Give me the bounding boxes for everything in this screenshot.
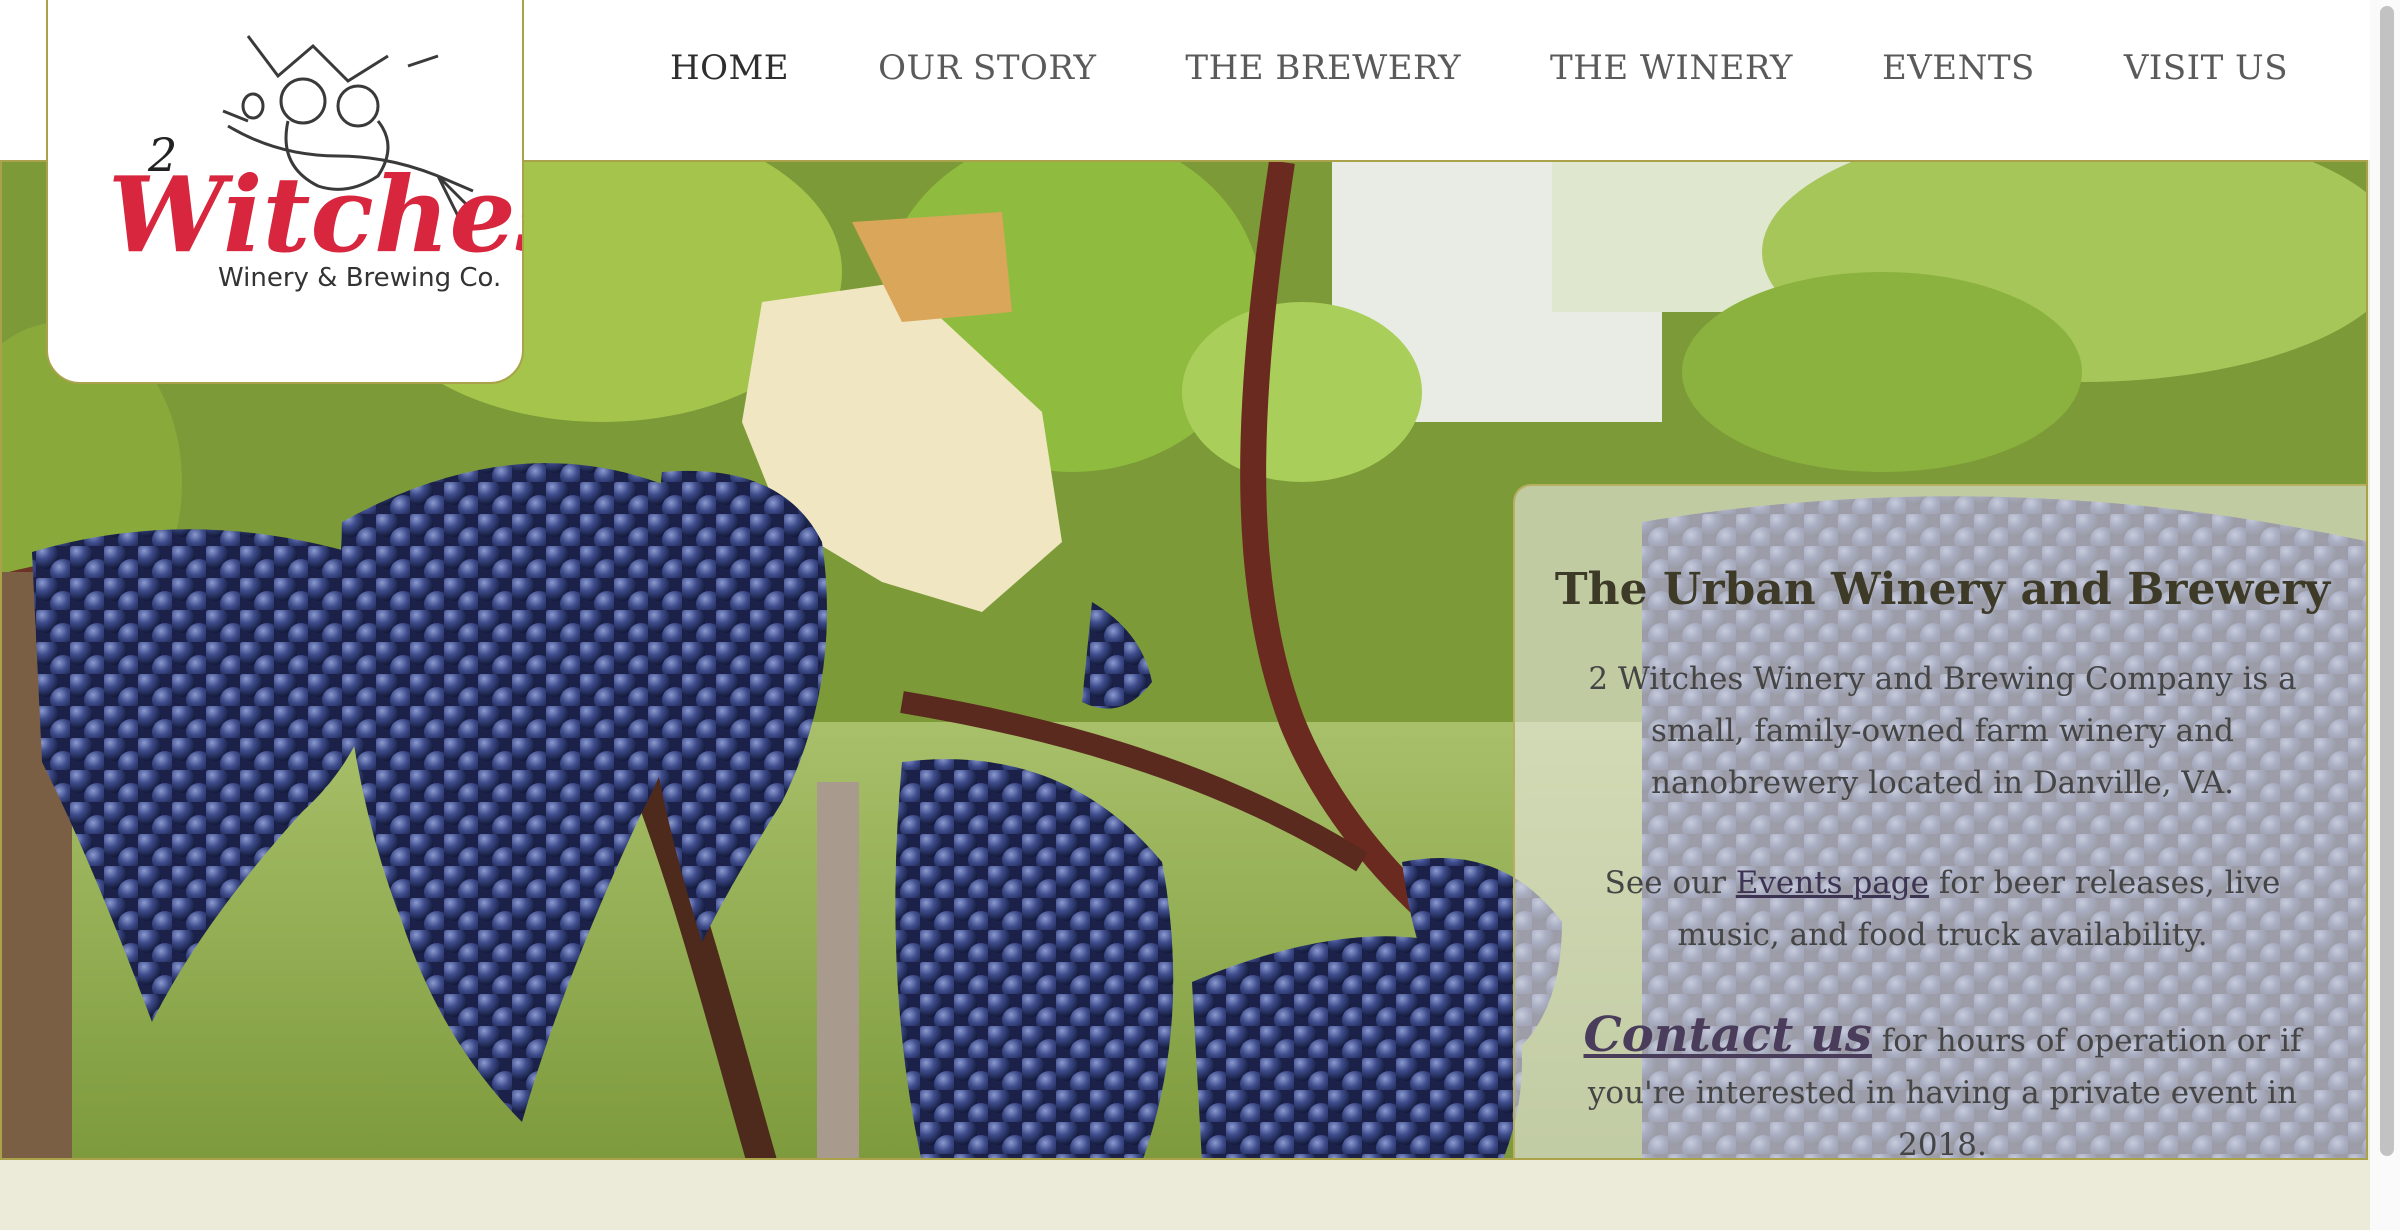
events-page-link[interactable]: Events page — [1736, 865, 1929, 901]
panel-title: The Urban Winery and Brewery — [1554, 564, 2331, 615]
nav-the-winery[interactable]: THE WINERY — [1550, 48, 1793, 88]
contact-us-link[interactable]: Contact us — [1584, 1007, 1872, 1063]
logo-brand: Witches — [108, 153, 522, 276]
nav-home[interactable]: HOME — [670, 48, 789, 88]
panel-intro: 2 Witches Winery and Brewing Company is … — [1588, 661, 2297, 801]
events-prefix: See our — [1604, 865, 1736, 901]
logo-image: 2 Witches Winery & Brewing Co. — [108, 35, 574, 293]
site-logo[interactable]: 2 Witches Winery & Brewing Co. — [46, 0, 574, 384]
nav-events[interactable]: EVENTS — [1882, 48, 2035, 88]
page-scrollbar[interactable] — [2370, 0, 2400, 1230]
panel-contact-text: Contact us for hours of operation or if … — [1565, 1007, 2320, 1158]
intro-panel: The Urban Winery and Brewery 2 Witches W… — [1513, 484, 2366, 1158]
main-nav: HOME OUR STORY THE BREWERY THE WINERY EV… — [670, 48, 2288, 88]
nav-visit-us[interactable]: VISIT US — [2124, 48, 2288, 88]
nav-our-story[interactable]: OUR STORY — [878, 48, 1096, 88]
scrollbar-thumb[interactable] — [2380, 6, 2394, 1156]
nav-the-brewery[interactable]: THE BREWERY — [1185, 48, 1461, 88]
panel-events-text: See our Events page for beer releases, l… — [1565, 857, 2320, 961]
logo-subtitle: Winery & Brewing Co. — [218, 263, 501, 293]
